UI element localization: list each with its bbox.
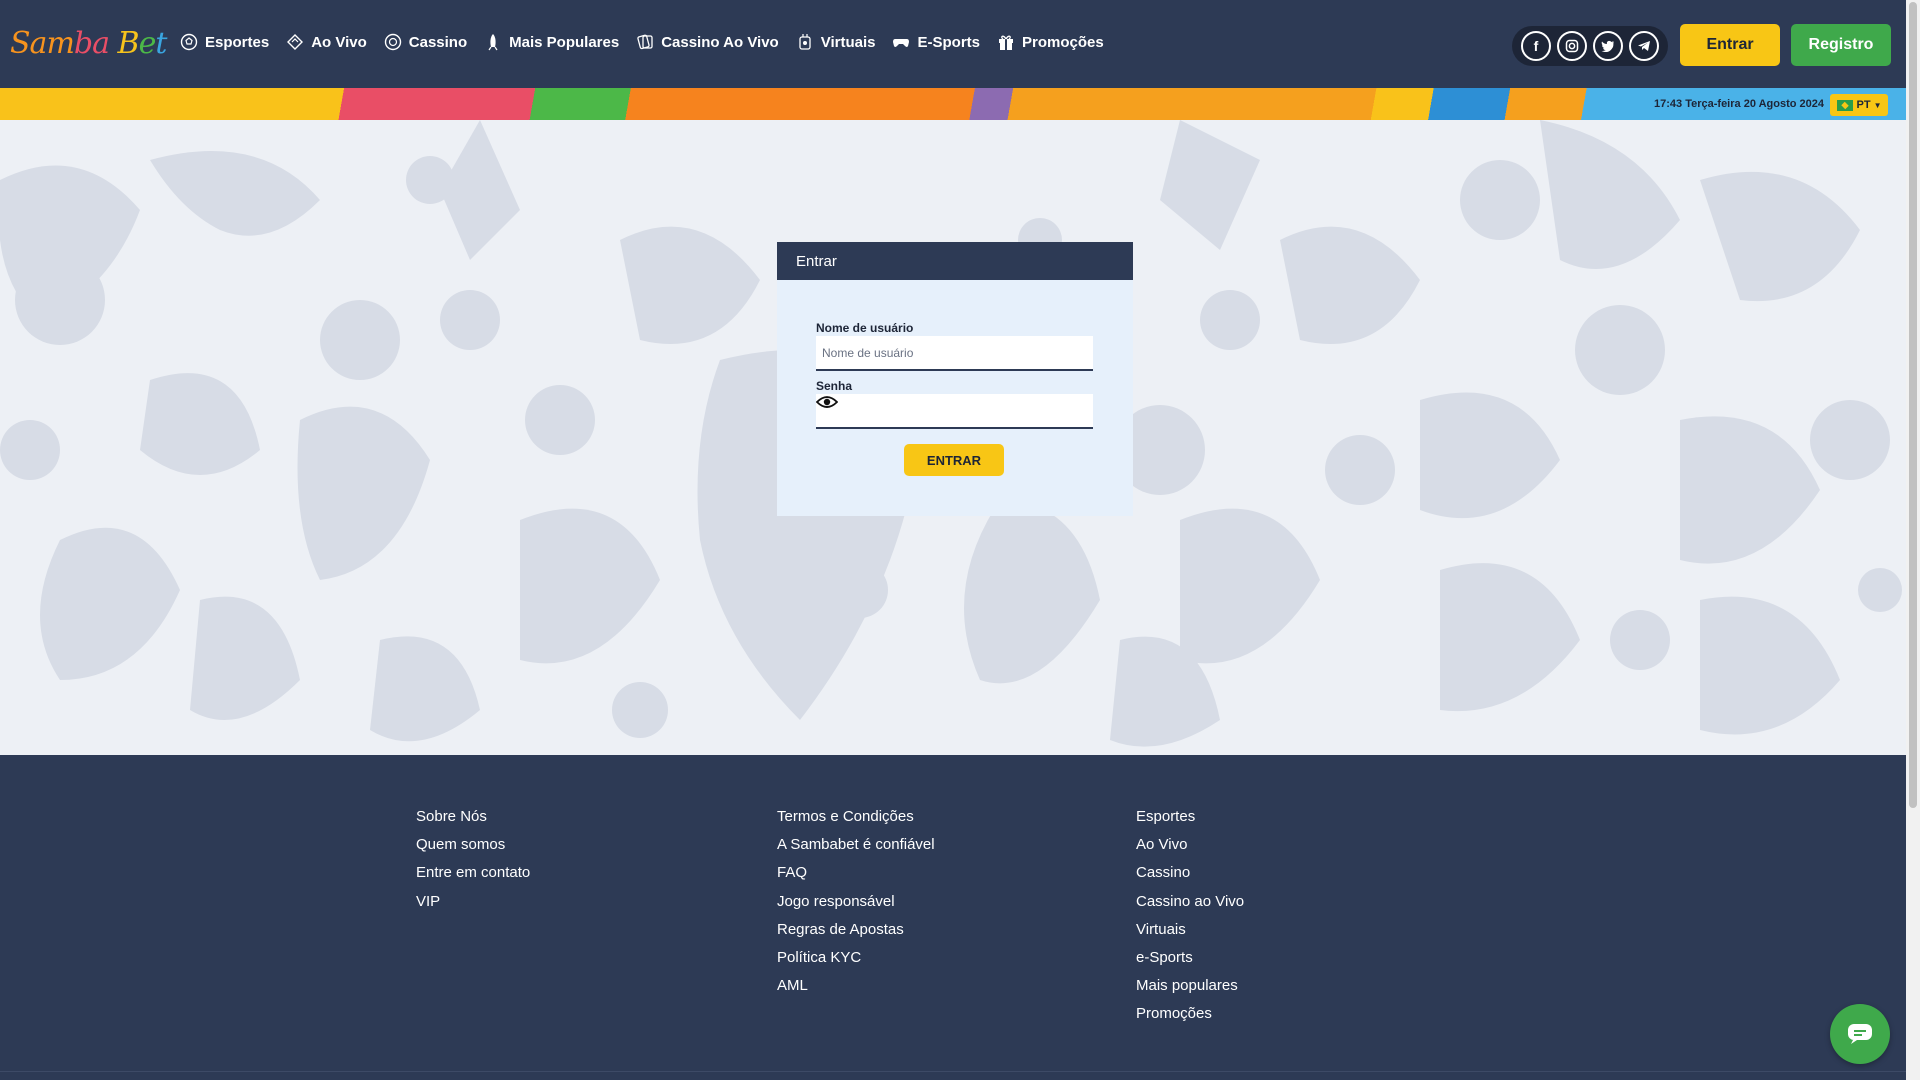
footer-link[interactable]: VIP	[416, 888, 530, 916]
gamepad-icon	[893, 39, 910, 47]
nav-item-cassino[interactable]: Cassino	[384, 33, 467, 51]
login-title: Entrar	[777, 242, 1133, 280]
logo-part: t	[155, 26, 167, 61]
soccer-ball-icon	[180, 33, 198, 51]
nav-label: Cassino Ao Vivo	[661, 33, 779, 51]
logo-part: B	[108, 26, 140, 61]
nav-label: Promoções	[1022, 33, 1104, 51]
footer-link[interactable]: Regras de Apostas	[777, 916, 935, 944]
footer-divider	[0, 1071, 1906, 1072]
footer-link[interactable]: Política KYC	[777, 944, 935, 972]
show-password-icon[interactable]	[816, 394, 838, 410]
chat-button[interactable]	[1830, 1004, 1890, 1064]
footer-link[interactable]: Quem somos	[416, 831, 530, 859]
nav-label: Ao Vivo	[311, 33, 367, 51]
nav-label: E-Sports	[917, 33, 980, 51]
nav-item-promocoes[interactable]: Promoções	[997, 33, 1104, 51]
footer-link[interactable]: Ao Vivo	[1136, 831, 1244, 859]
header-register-button[interactable]: Registro	[1791, 24, 1891, 66]
password-input[interactable]	[816, 394, 1093, 427]
language-selector[interactable]: PT ▼	[1830, 94, 1888, 116]
sambabet-logo[interactable]: Samba Bet	[10, 26, 167, 61]
nav-item-virtuais[interactable]: Virtuais	[796, 33, 876, 51]
footer-link[interactable]: Entre em contato	[416, 859, 530, 887]
brazil-flag-icon	[1836, 99, 1853, 111]
nav-item-esportes[interactable]: Esportes	[180, 33, 269, 51]
scrollbar-thumb[interactable]	[1909, 2, 1917, 808]
footer-link[interactable]: Cassino ao Vivo	[1136, 888, 1244, 916]
footer-link[interactable]: Cassino	[1136, 859, 1244, 887]
main-nav: Esportes Ao Vivo Cassino Mais Populares …	[180, 33, 1121, 51]
facebook-icon[interactable]: f	[1521, 31, 1551, 61]
decorative-color-strip	[0, 88, 1906, 120]
login-panel: Entrar Nome de usuário Senha ENTRAR	[777, 242, 1133, 516]
gift-icon	[999, 35, 1013, 50]
username-field-wrapper	[816, 336, 1093, 371]
nav-item-cassino-ao-vivo[interactable]: Cassino Ao Vivo	[636, 33, 779, 51]
rocket-icon	[488, 34, 498, 51]
casino-chip-icon	[384, 33, 401, 51]
header-login-button[interactable]: Entrar	[1680, 24, 1780, 66]
twitter-icon[interactable]	[1593, 31, 1623, 61]
virtual-icon	[799, 34, 811, 50]
footer-link[interactable]: FAQ	[777, 859, 935, 887]
cards-icon	[637, 34, 653, 50]
nav-label: Mais Populares	[509, 33, 620, 51]
live-ticket-icon	[287, 34, 304, 50]
nav-item-mais-populares[interactable]: Mais Populares	[484, 33, 619, 51]
page: Samba Bet Esportes Ao Vivo Cassino Mais …	[0, 0, 1906, 1080]
password-label: Senha	[816, 379, 853, 393]
footer-link[interactable]: A Sambabet é confiável	[777, 831, 935, 859]
footer-column-legal: Termos e Condições A Sambabet é confiáve…	[777, 803, 935, 1000]
footer: Sobre Nós Quem somos Entre em contato VI…	[0, 755, 1906, 1080]
nav-label: Virtuais	[820, 33, 876, 51]
telegram-icon[interactable]	[1629, 31, 1659, 61]
current-datetime: 17:43 Terça-feira 20 Agosto 2024	[1654, 98, 1824, 110]
footer-link[interactable]: Jogo responsável	[777, 888, 935, 916]
header: Samba Bet Esportes Ao Vivo Cassino Mais …	[0, 0, 1906, 88]
nav-item-e-sports[interactable]: E-Sports	[892, 33, 980, 51]
social-links: f	[1512, 26, 1668, 66]
main-background: Entrar Nome de usuário Senha ENTRAR	[0, 120, 1906, 755]
footer-link[interactable]: Mais populares	[1136, 972, 1244, 1000]
language-code: PT	[1856, 99, 1871, 111]
username-label: Nome de usuário	[816, 321, 914, 335]
footer-link[interactable]: AML	[777, 972, 935, 1000]
instagram-icon[interactable]	[1557, 31, 1587, 61]
footer-link[interactable]: Virtuais	[1136, 916, 1244, 944]
password-field-wrapper	[816, 394, 1093, 429]
nav-label: Esportes	[205, 33, 270, 51]
chevron-down-icon: ▼	[1873, 100, 1882, 110]
footer-link[interactable]: Esportes	[1136, 803, 1244, 831]
username-input[interactable]	[816, 336, 1093, 369]
footer-link[interactable]: Termos e Condições	[777, 803, 935, 831]
footer-column-about: Sobre Nós Quem somos Entre em contato VI…	[416, 803, 530, 916]
footer-column-products: Esportes Ao Vivo Cassino Cassino ao Vivo…	[1136, 803, 1244, 1029]
chat-bubble-icon	[1848, 1024, 1872, 1044]
logo-part: ba	[73, 26, 110, 61]
nav-label: Cassino	[408, 33, 468, 51]
logo-part: Sam	[10, 26, 75, 61]
logo-part: e	[138, 26, 157, 61]
login-submit-button[interactable]: ENTRAR	[904, 444, 1004, 476]
footer-link[interactable]: Promoções	[1136, 1000, 1244, 1028]
footer-link[interactable]: Sobre Nós	[416, 803, 530, 831]
nav-item-ao-vivo[interactable]: Ao Vivo	[286, 33, 367, 51]
footer-link[interactable]: e-Sports	[1136, 944, 1244, 972]
